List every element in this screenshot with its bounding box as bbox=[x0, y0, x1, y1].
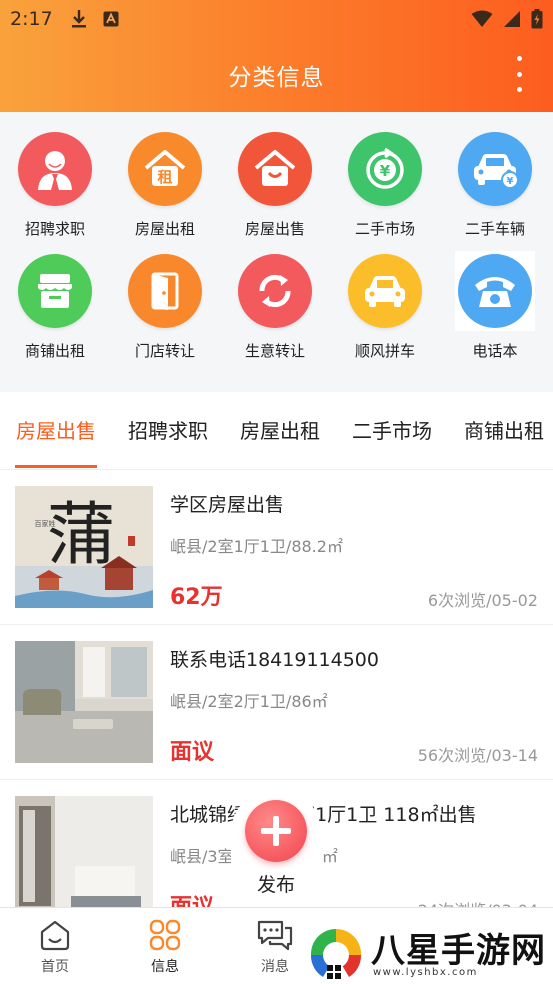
category-label: 门店转让 bbox=[134, 342, 195, 360]
download-icon bbox=[71, 10, 86, 28]
listing-stats: 56次浏览/03-14 bbox=[417, 746, 538, 765]
category-jobs[interactable]: 招聘求职 bbox=[0, 132, 110, 254]
category-store-transfer[interactable]: 门店转让 bbox=[110, 254, 220, 376]
tab-house-sale[interactable]: 房屋出售 bbox=[0, 392, 112, 469]
nav-info[interactable]: 信息 bbox=[110, 908, 220, 984]
category-label: 商铺出租 bbox=[24, 342, 85, 360]
category-grid: 招聘求职 租 房屋出租 房屋出售 ¥ 二手市场 ¥ 二手车辆 商铺出租 门店转让… bbox=[0, 112, 553, 392]
list-item[interactable]: 蒲 百家姓 学区房屋出售 岷县/2室1厅1卫/88.2㎡ 62万 6次浏览/05… bbox=[0, 470, 553, 625]
signal-icon bbox=[504, 11, 520, 27]
watermark: 八星手游网 www.lyshbx.com bbox=[303, 921, 553, 984]
door-icon bbox=[128, 254, 202, 328]
house-sale-icon bbox=[238, 132, 312, 206]
house-rent-icon: 租 bbox=[128, 132, 202, 206]
listing-thumbnail bbox=[15, 796, 153, 907]
message-icon bbox=[257, 920, 293, 951]
listing-price: 62万 bbox=[170, 585, 223, 610]
listing-meta: 岷县/2室2厅1卫/86㎡ bbox=[170, 692, 328, 711]
car-yuan-icon: ¥ bbox=[458, 132, 532, 206]
grid-icon bbox=[149, 919, 181, 951]
transfer-icon bbox=[238, 254, 312, 328]
nav-home[interactable]: 首页 bbox=[0, 908, 110, 984]
publish-label: 发布 bbox=[256, 874, 295, 896]
page-title: 分类信息 bbox=[228, 65, 325, 91]
category-label: 生意转让 bbox=[244, 342, 305, 360]
category-secondhand-market[interactable]: ¥ 二手市场 bbox=[330, 132, 440, 254]
more-options-button[interactable] bbox=[507, 56, 531, 92]
thumbnail-caption: 百家姓 bbox=[35, 519, 56, 528]
plus-icon bbox=[245, 800, 307, 862]
listing-price: 面议 bbox=[170, 740, 215, 765]
watermark-logo-icon bbox=[310, 929, 362, 979]
listing-thumbnail: 蒲 百家姓 bbox=[15, 486, 153, 608]
svg-text:¥: ¥ bbox=[507, 176, 514, 187]
category-phonebook[interactable]: 电话本 bbox=[440, 251, 550, 376]
listing-meta: 岷县/2室1厅1卫/88.2㎡ bbox=[170, 537, 343, 556]
status-bar: 2:17 bbox=[0, 0, 553, 38]
nav-label: 消息 bbox=[261, 959, 289, 975]
list-item[interactable]: 联系电话18419114500 岷县/2室2厅1卫/86㎡ 面议 56次浏览/0… bbox=[0, 625, 553, 780]
tab-jobs[interactable]: 招聘求职 bbox=[112, 392, 224, 469]
battery-charging-icon bbox=[531, 9, 543, 29]
listing-title: 联系电话18419114500 bbox=[170, 649, 379, 671]
more-vertical-icon bbox=[516, 56, 522, 61]
svg-text:租: 租 bbox=[157, 168, 172, 186]
nav-label: 首页 bbox=[41, 959, 69, 975]
phone-icon bbox=[458, 254, 532, 328]
a-notification-icon bbox=[103, 11, 119, 27]
category-label: 电话本 bbox=[472, 342, 518, 360]
category-house-rent[interactable]: 租 房屋出租 bbox=[110, 132, 220, 254]
nav-label: 信息 bbox=[151, 959, 179, 975]
listing-stats: 6次浏览/05-02 bbox=[427, 591, 538, 610]
listing-meta: 岷县/3室2厅1卫/118㎡ bbox=[170, 843, 538, 867]
home-icon bbox=[40, 920, 70, 951]
wifi-icon bbox=[471, 10, 493, 27]
category-tabs: 房屋出售 招聘求职 房屋出租 二手市场 商铺出租 bbox=[0, 392, 553, 470]
tab-house-rent[interactable]: 房屋出租 bbox=[224, 392, 336, 469]
category-shop-rent[interactable]: 商铺出租 bbox=[0, 254, 110, 376]
listing-title: 学区房屋出售 bbox=[170, 494, 285, 516]
yuan-cycle-icon: ¥ bbox=[348, 132, 422, 206]
listing-price: 面议 bbox=[170, 889, 214, 907]
app-header: 2:17 分类信息 bbox=[0, 0, 553, 112]
tab-secondhand-market[interactable]: 二手市场 bbox=[336, 392, 448, 469]
category-label: 房屋出售 bbox=[244, 220, 305, 238]
publish-button[interactable]: 发布 bbox=[231, 788, 321, 908]
category-business-transfer[interactable]: 生意转让 bbox=[220, 254, 330, 376]
watermark-text: 八星手游网 bbox=[371, 931, 546, 971]
listing-title: 北城锦绣家园2室1厅1卫 118㎡出售 bbox=[170, 804, 477, 826]
status-time: 2:17 bbox=[10, 8, 53, 30]
car-icon bbox=[348, 254, 422, 328]
svg-text:¥: ¥ bbox=[380, 162, 391, 180]
category-house-sale[interactable]: 房屋出售 bbox=[220, 132, 330, 254]
listing-thumbnail bbox=[15, 641, 153, 763]
category-label: 房屋出租 bbox=[134, 220, 195, 238]
category-used-cars[interactable]: ¥ 二手车辆 bbox=[440, 132, 550, 254]
category-label: 招聘求职 bbox=[24, 220, 85, 238]
thumbnail-calligraphy: 蒲 bbox=[47, 496, 115, 575]
category-carpool[interactable]: 顺风拼车 bbox=[330, 254, 440, 376]
person-tie-icon bbox=[18, 132, 92, 206]
tab-shop-rent[interactable]: 商铺出租 bbox=[448, 392, 553, 469]
category-label: 顺风拼车 bbox=[354, 342, 415, 360]
shop-icon bbox=[18, 254, 92, 328]
category-label: 二手车辆 bbox=[464, 220, 525, 238]
listing-stats: 24次浏览/03-04 bbox=[418, 897, 538, 907]
watermark-url: www.lyshbx.com bbox=[373, 967, 478, 978]
category-label: 二手市场 bbox=[354, 220, 415, 238]
